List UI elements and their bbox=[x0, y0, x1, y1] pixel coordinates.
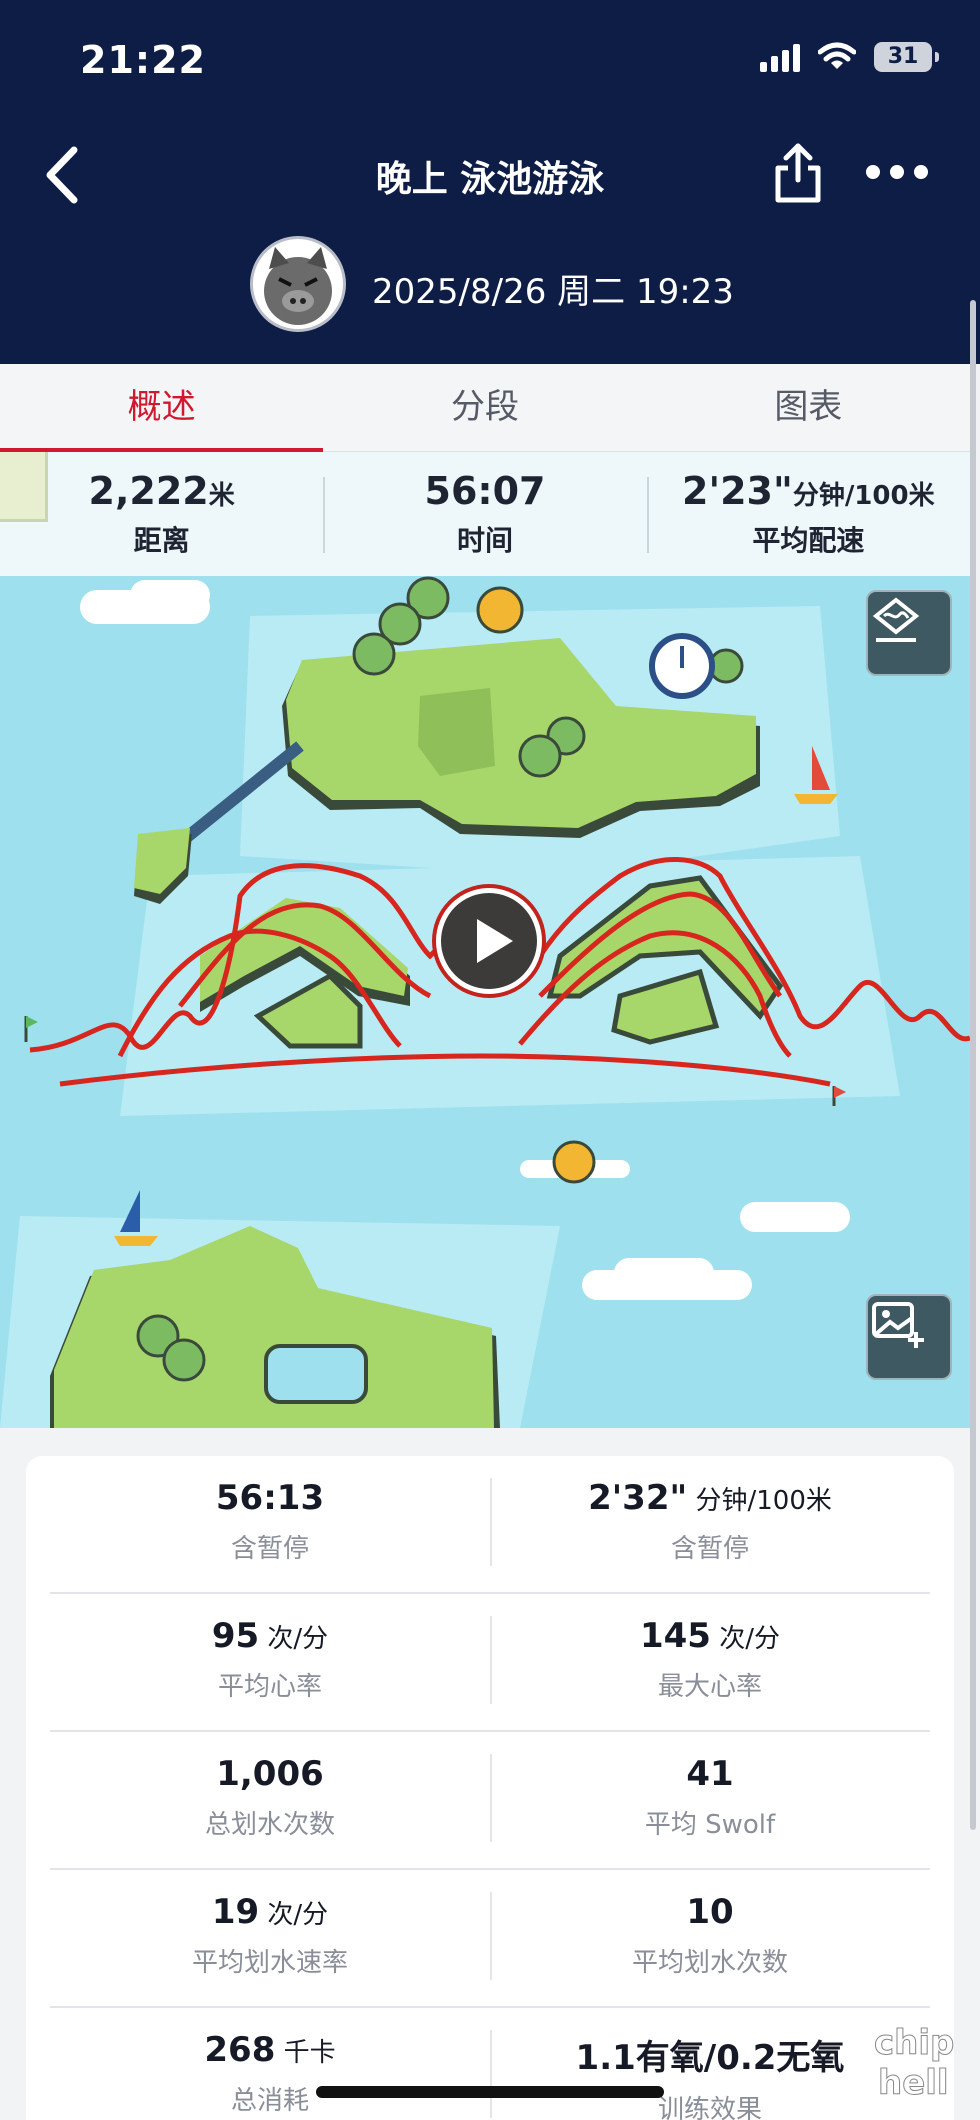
play-icon bbox=[477, 919, 513, 963]
stats-row: 19 次/分 平均划水速率 10 平均划水次数 bbox=[50, 1870, 930, 2008]
stats-row: 95 次/分 平均心率 145 次/分 最大心率 bbox=[50, 1594, 930, 1732]
map-style-button[interactable] bbox=[866, 590, 952, 676]
svg-text:hell: hell bbox=[878, 2063, 949, 2103]
stat-elapsed-time: 56:13 含暂停 bbox=[215, 1478, 325, 1564]
pig-avatar-icon bbox=[264, 247, 332, 325]
status-icons: 31 bbox=[760, 42, 939, 72]
add-image-icon bbox=[872, 1302, 924, 1348]
stat-max-hr: 145 次/分 最大心率 bbox=[490, 1594, 930, 1730]
map-corner-decoration bbox=[0, 452, 48, 522]
summary-time: 56:07 时间 bbox=[323, 469, 646, 559]
map-layers-icon bbox=[872, 597, 920, 642]
play-button[interactable] bbox=[436, 888, 542, 994]
status-time: 21:22 bbox=[80, 38, 206, 82]
summary-pace: 2'23"分钟/100米 平均配速 bbox=[646, 469, 970, 559]
stats-row: 1,006 总划水次数 41 平均 Swolf bbox=[50, 1732, 930, 1870]
tab-charts[interactable]: 图表 bbox=[647, 364, 970, 451]
swim-map[interactable] bbox=[0, 576, 970, 1428]
stat-avg-strokes: 10 平均划水次数 bbox=[490, 1870, 930, 2006]
stat-total-strokes: 1,006 总划水次数 bbox=[204, 1754, 335, 1840]
stat-training-effect: 1.1有氧/0.2无氧 训练效果 bbox=[490, 2008, 930, 2120]
share-button[interactable] bbox=[770, 140, 826, 206]
stat-elapsed-pace: 2'32" 分钟/100米 含暂停 bbox=[490, 1456, 930, 1592]
stat-stroke-rate: 19 次/分 平均划水速率 bbox=[191, 1892, 348, 1978]
summary-stats: 2,222米 距离 56:07 时间 2'23"分钟/100米 平均配速 bbox=[0, 452, 970, 576]
map-illustration bbox=[0, 576, 970, 1428]
activity-datetime: 2025/8/26 周二 19:23 bbox=[372, 272, 734, 312]
tab-laps[interactable]: 分段 bbox=[323, 364, 646, 451]
header: 21:22 31 晚上 泳池游泳 2025/8/26 周二 19:23 bbox=[0, 0, 980, 364]
tab-overview[interactable]: 概述 bbox=[0, 364, 324, 453]
chiphell-watermark-logo: chip hell bbox=[874, 2023, 955, 2104]
battery-icon: 31 bbox=[874, 42, 939, 72]
page-title: 晚上 泳池游泳 bbox=[375, 159, 605, 200]
summary-distance: 2,222米 距离 bbox=[88, 469, 235, 557]
stats-card: 56:13 含暂停 2'32" 分钟/100米 含暂停 95 次/分 平均心率 … bbox=[26, 1456, 954, 2120]
stat-calories: 268 千卡 总消耗 bbox=[204, 2030, 336, 2116]
stats-row: 268 千卡 总消耗 1.1有氧/0.2无氧 训练效果 bbox=[50, 2008, 930, 2120]
wifi-icon bbox=[818, 42, 856, 69]
tab-bar: 概述 分段 图表 bbox=[0, 364, 970, 453]
add-photo-button[interactable] bbox=[866, 1294, 952, 1380]
more-button[interactable] bbox=[860, 152, 934, 192]
home-indicator[interactable] bbox=[316, 2086, 664, 2098]
svg-text:chip: chip bbox=[874, 2023, 954, 2063]
stats-row: 56:13 含暂停 2'32" 分钟/100米 含暂停 bbox=[50, 1456, 930, 1594]
signal-icon bbox=[760, 42, 800, 72]
scrollbar[interactable] bbox=[970, 300, 976, 1830]
avatar[interactable] bbox=[250, 236, 346, 332]
stat-avg-hr: 95 次/分 平均心率 bbox=[211, 1616, 329, 1702]
stat-avg-swolf: 41 平均 Swolf bbox=[490, 1732, 930, 1868]
